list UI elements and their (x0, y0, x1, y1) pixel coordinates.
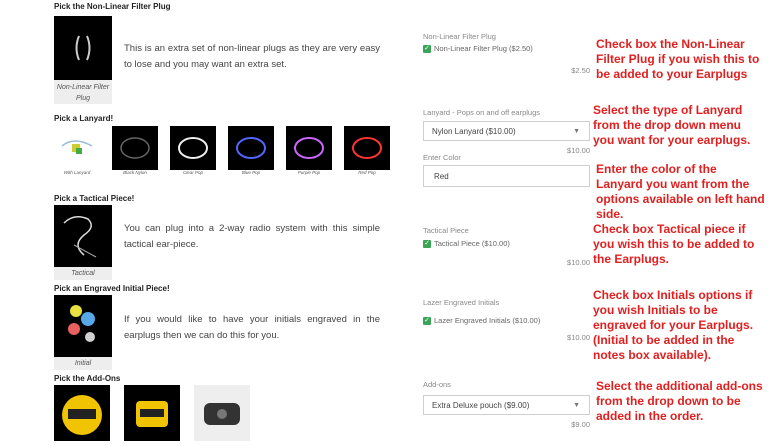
tactical-caption: Tactical (54, 267, 112, 280)
lanyard-field-label: Lanyard - Pops on and off earplugs (423, 108, 541, 117)
initial-description: If you would like to have your initials … (124, 314, 380, 341)
addons-price: $9.00 (571, 420, 590, 429)
lanyard-select-value: Nylon Lanyard ($10.00) (432, 127, 516, 136)
filter-price: $2.50 (571, 66, 590, 75)
tactical-checkbox-label: Tactical Piece ($10.00) (434, 239, 510, 248)
lanyard-red-image (344, 126, 390, 170)
chevron-down-icon: ▼ (573, 402, 580, 409)
addons-select-value: Extra Deluxe pouch ($9.00) (432, 401, 530, 410)
checkmark-icon[interactable]: ✓ (423, 240, 431, 249)
lanyard-black-image (112, 126, 158, 170)
filter-field-label: Non-Linear Filter Plug (423, 32, 496, 41)
lanyard-caption: With Lanyard (63, 170, 91, 175)
initials-price: $10.00 (567, 333, 590, 342)
lanyard-option-black-nylon[interactable]: Black Nylon (112, 126, 158, 175)
lanyard-select[interactable]: Nylon Lanyard ($10.00) ▼ (423, 121, 590, 141)
initial-image[interactable] (54, 295, 112, 357)
filter-description: This is an extra set of non-linear plugs… (124, 43, 380, 70)
initials-field-label: Lazer Engraved Initials (423, 298, 500, 307)
lanyard-clear-image (170, 126, 216, 170)
lanyard-option-purple-pop[interactable]: Purple Pop (286, 126, 332, 175)
lanyard-price: $10.00 (567, 146, 590, 155)
lanyard-caption: Purple Pop (297, 170, 321, 175)
color-input[interactable]: Red (423, 165, 590, 187)
initials-note: Check box Initials options if you wish I… (593, 288, 754, 362)
lanyard-option-with-lanyard[interactable]: With Lanyard (54, 126, 100, 175)
lanyard-caption: Red Pop (358, 170, 376, 175)
lanyard-note: Select the type of Lanyard from the drop… (593, 103, 751, 147)
lanyard-option-red-pop[interactable]: Red Pop (344, 126, 390, 175)
filter-plug-image[interactable] (54, 16, 112, 80)
lanyard-caption: Blue Pop (241, 170, 261, 175)
lanyard-section-title: Pick a Lanyard! (54, 114, 114, 123)
tactical-note: Check box Tactical piece if you wish thi… (593, 222, 755, 266)
filter-plug-caption: Non-Linear Filter Plug (54, 80, 112, 104)
tactical-checkbox-row[interactable]: ✓ Tactical Piece ($10.00) (423, 239, 510, 249)
initials-checkbox-label: Lazer Engraved Initials ($10.00) (434, 316, 541, 325)
lanyard-option-clear-pop[interactable]: Clear Pop (170, 126, 216, 175)
initial-section-title: Pick an Engraved Initial Piece! (54, 284, 170, 293)
color-field-label: Enter Color (423, 153, 461, 162)
tactical-price: $10.00 (567, 258, 590, 267)
checkmark-icon[interactable]: ✓ (423, 317, 431, 326)
addon-image-1[interactable] (54, 385, 110, 441)
tactical-description: You can plug into a 2-way radio system w… (124, 223, 380, 250)
lanyard-blue-image (228, 126, 274, 170)
lanyard-caption: Black Nylon (123, 170, 147, 175)
filter-checkbox-row[interactable]: ✓ Non-Linear Filter Plug ($2.50) (423, 44, 533, 54)
checkmark-icon[interactable]: ✓ (423, 45, 431, 54)
addons-section-title: Pick the Add-Ons (54, 374, 121, 383)
filter-note: Check box the Non-Linear Filter Plug if … (596, 37, 760, 81)
filter-checkbox-label: Non-Linear Filter Plug ($2.50) (434, 44, 533, 53)
tactical-field-label: Tactical Piece (423, 226, 469, 235)
filter-section-title: Pick the Non-Linear Filter Plug (54, 2, 171, 11)
initials-checkbox-row[interactable]: ✓ Lazer Engraved Initials ($10.00) (423, 316, 541, 326)
tactical-section-title: Pick a Tactical Piece! (54, 194, 135, 203)
addons-select[interactable]: Extra Deluxe pouch ($9.00) ▼ (423, 395, 590, 415)
lanyard-option-blue-pop[interactable]: Blue Pop (228, 126, 274, 175)
tactical-image[interactable] (54, 205, 112, 267)
color-input-value: Red (434, 172, 449, 181)
lanyard-caption: Clear Pop (182, 170, 203, 175)
addon-image-2[interactable] (124, 385, 180, 441)
filter-plug-graphic (75, 35, 91, 61)
color-note: Enter the color of the Lanyard you want … (596, 162, 765, 221)
chevron-down-icon: ▼ (573, 128, 580, 135)
addons-note: Select the additional add-ons from the d… (596, 379, 763, 423)
initial-graphic (68, 305, 95, 342)
addons-field-label: Add-ons (423, 380, 451, 389)
initial-caption: Initial (54, 357, 112, 370)
lanyard-purple-image (286, 126, 332, 170)
addon-image-3[interactable] (194, 385, 250, 441)
lanyard-with-image (54, 126, 100, 170)
tactical-graphic (63, 216, 97, 258)
